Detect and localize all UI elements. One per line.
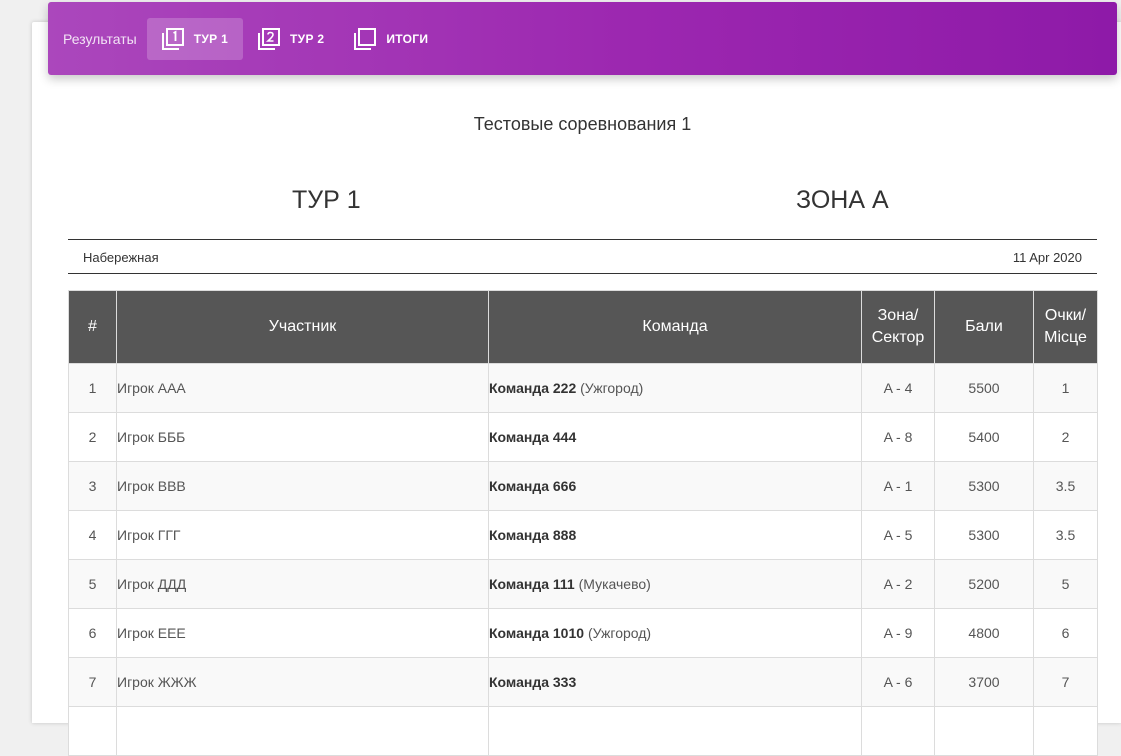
cell-empty [116, 706, 489, 756]
cell-points: 5200 [934, 559, 1034, 609]
col-header-sector[interactable]: Зона/ Сектор [861, 290, 935, 364]
cell-number: 3 [68, 461, 117, 511]
table-row-partial [68, 706, 1098, 756]
tab-round-2-label: ТУР 2 [290, 31, 325, 46]
cell-participant: Игрок ААА [116, 363, 489, 413]
cell-points: 5400 [934, 412, 1034, 462]
cell-sector: A - 9 [861, 608, 935, 658]
cell-place: 5 [1033, 559, 1098, 609]
cell-number: 1 [68, 363, 117, 413]
divider-bottom [68, 273, 1097, 274]
competition-title: Тестовые соревнования 1 [473, 114, 692, 134]
table-row: 7 Игрок ЖЖЖ Команда 333 A - 6 3700 7 [68, 657, 1098, 707]
round-zone-header: ТУР 1 ЗОНА А [68, 186, 1097, 220]
location-label: Набережная [83, 250, 159, 265]
col-header-participant[interactable]: Участник [116, 290, 489, 364]
navbar-brand[interactable]: Результаты [63, 31, 137, 47]
round-heading: ТУР 1 [292, 186, 361, 214]
cell-number: 7 [68, 657, 117, 707]
cell-place: 7 [1033, 657, 1098, 707]
cell-place: 3.5 [1033, 461, 1098, 511]
cell-number: 4 [68, 510, 117, 560]
cell-team: Команда 333 [488, 657, 862, 707]
cell-participant: Игрок ВВВ [116, 461, 489, 511]
cell-points: 3700 [934, 657, 1034, 707]
tab-totals-label: ИТОГИ [386, 31, 429, 46]
cell-empty [68, 706, 117, 756]
col-header-team[interactable]: Команда [488, 290, 862, 364]
team-name: Команда 666 [489, 478, 577, 494]
team-name: Команда 444 [489, 429, 577, 445]
cell-empty [861, 706, 935, 756]
col-header-number[interactable]: # [68, 290, 117, 364]
table-header-row: # Участник Команда Зона/ Сектор Бали Очк… [68, 290, 1098, 364]
table-row: 3 Игрок ВВВ Команда 666 A - 1 5300 3.5 [68, 461, 1098, 511]
date-label: 11 Apr 2020 [1012, 250, 1082, 265]
cell-place: 3.5 [1033, 510, 1098, 560]
results-table: # Участник Команда Зона/ Сектор Бали Очк… [68, 290, 1098, 756]
cell-empty [1033, 706, 1098, 756]
cell-participant: Игрок ДДД [116, 559, 489, 609]
cell-empty [934, 706, 1034, 756]
cell-points: 5300 [934, 461, 1034, 511]
cell-place: 1 [1033, 363, 1098, 413]
col-header-place[interactable]: Очки/ Місце [1033, 290, 1098, 364]
cell-participant: Игрок ЕЕЕ [116, 608, 489, 658]
cell-sector: A - 4 [861, 363, 935, 413]
cell-points: 5500 [934, 363, 1034, 413]
team-name: Команда 222 [489, 380, 577, 396]
filter-2-icon [258, 27, 281, 50]
table-row: 2 Игрок БББ Команда 444 A - 8 5400 2 [68, 412, 1098, 462]
divider-top [68, 239, 1097, 240]
zone-heading: ЗОНА А [796, 186, 889, 214]
cell-participant: Игрок ЖЖЖ [116, 657, 489, 707]
cell-sector: A - 8 [861, 412, 935, 462]
team-city: (Мукачево) [578, 576, 651, 592]
table-row: 6 Игрок ЕЕЕ Команда 1010 (Ужгород) A - 9… [68, 608, 1098, 658]
top-navbar: Результаты ТУР 1 ТУР 2 ИТОГИ [48, 2, 1117, 75]
cell-empty [488, 706, 862, 756]
table-row: 4 Игрок ГГГ Команда 888 A - 5 5300 3.5 [68, 510, 1098, 560]
team-name: Команда 1010 [489, 625, 585, 641]
team-name: Команда 111 [489, 576, 575, 592]
filter-none-icon [354, 27, 377, 50]
table-row: 1 Игрок ААА Команда 222 (Ужгород) A - 4 … [68, 363, 1098, 413]
team-city: (Ужгород) [587, 625, 652, 641]
cell-participant: Игрок ГГГ [116, 510, 489, 560]
tab-round-2[interactable]: ТУР 2 [243, 18, 339, 60]
cell-place: 2 [1033, 412, 1098, 462]
cell-sector: A - 1 [861, 461, 935, 511]
cell-team: Команда 1010 (Ужгород) [488, 608, 862, 658]
cell-sector: A - 2 [861, 559, 935, 609]
tab-round-1[interactable]: ТУР 1 [146, 17, 244, 60]
cell-number: 6 [68, 608, 117, 658]
cell-participant: Игрок БББ [116, 412, 489, 462]
cell-team: Команда 444 [488, 412, 862, 462]
cell-team: Команда 111 (Мукачево) [488, 559, 862, 609]
tab-totals[interactable]: ИТОГИ [339, 18, 443, 60]
team-name: Команда 333 [489, 674, 577, 690]
cell-number: 2 [68, 412, 117, 462]
cell-place: 6 [1033, 608, 1098, 658]
cell-team: Команда 222 (Ужгород) [488, 363, 862, 413]
cell-points: 4800 [934, 608, 1034, 658]
team-city: (Ужгород) [580, 380, 644, 396]
table-row: 5 Игрок ДДД Команда 111 (Мукачево) A - 2… [68, 559, 1098, 609]
col-header-points[interactable]: Бали [934, 290, 1034, 364]
cell-team: Команда 888 [488, 510, 862, 560]
cell-points: 5300 [934, 510, 1034, 560]
filter-1-icon [161, 27, 184, 50]
team-name: Команда 888 [489, 527, 577, 543]
cell-sector: A - 5 [861, 510, 935, 560]
cell-sector: A - 6 [861, 657, 935, 707]
cell-team: Команда 666 [488, 461, 862, 511]
tab-round-1-label: ТУР 1 [193, 31, 229, 46]
cell-number: 5 [68, 559, 117, 609]
